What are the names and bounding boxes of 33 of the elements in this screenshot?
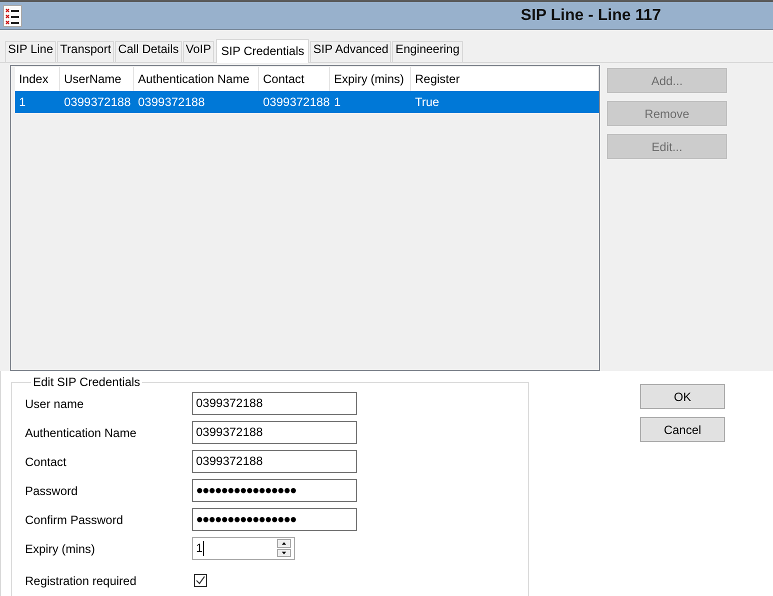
checkbox[interactable] (194, 574, 207, 587)
dialog-button[interactable]: Cancel (640, 417, 725, 442)
input-field[interactable]: 0399372188 (192, 392, 357, 415)
table-cell-text: 1 (18, 95, 27, 109)
tab[interactable]: Transport (57, 41, 114, 62)
group-title: Edit SIP Credentials (32, 375, 142, 389)
field-label: Contact (25, 454, 68, 468)
field-label: Password (25, 484, 79, 498)
field-label: Registration required (25, 574, 138, 588)
tab[interactable]: SIP Credentials (216, 39, 310, 63)
table-cell-text: 0399372188 (63, 95, 132, 109)
table-cell-text: 1 (333, 95, 342, 109)
table-row[interactable]: 1 0399372188 0399372188 0399372188 1 True (15, 91, 599, 113)
table-cell-text: True (414, 95, 440, 109)
table-cell-text: 0399372188 (262, 95, 330, 109)
dialog-button[interactable]: OK (640, 384, 725, 409)
spinner-field[interactable]: 1 (192, 537, 295, 560)
field-label: Confirm Password (25, 512, 124, 526)
password-field[interactable]: ●●●●●●●●●●●●●●●● (192, 479, 357, 502)
tab[interactable]: SIP Advanced (310, 41, 392, 62)
input-field[interactable]: 0399372188 (192, 421, 357, 444)
tab[interactable]: Call Details (115, 41, 182, 62)
app-icon[interactable] (3, 4, 22, 26)
field-label: Expiry (mins) (25, 542, 96, 556)
input-field[interactable]: 0399372188 (192, 450, 357, 473)
tab[interactable]: VoIP (182, 41, 214, 62)
field-label: Authentication Name (25, 426, 138, 440)
password-field[interactable]: ●●●●●●●●●●●●●●●● (192, 508, 357, 531)
tab[interactable]: Engineering (392, 41, 462, 62)
tab[interactable]: SIP Line (5, 41, 56, 62)
table-cell-text: 0399372188 (137, 95, 206, 109)
field-label: User name (25, 396, 85, 410)
window-title: SIP Line - Line 117 (520, 6, 662, 24)
